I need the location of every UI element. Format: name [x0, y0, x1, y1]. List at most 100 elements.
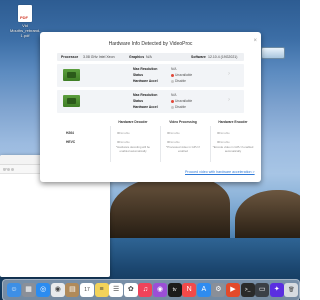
terminal-icon: >_	[244, 287, 251, 293]
videoproc-icon: ✦	[273, 286, 280, 293]
dock-app-system-preferences[interactable]: ⚙	[211, 283, 226, 297]
radio-icon	[117, 131, 120, 135]
codec-row-h264: H264	[66, 131, 74, 135]
podcasts-icon: ◉	[156, 286, 164, 293]
software-label: Software	[191, 55, 206, 59]
calendar-icon: 17	[84, 287, 90, 293]
island-rock-center	[110, 175, 230, 245]
chrome-icon: ◉	[54, 286, 61, 293]
dock-app-terminal[interactable]: >_	[240, 283, 255, 297]
island-rock-right	[235, 190, 300, 245]
dock-app-music[interactable]: ♫	[138, 283, 153, 297]
graphics-label: Graphics	[129, 55, 145, 59]
graphics-value: N/A	[146, 55, 152, 59]
trash-icon: 🗑	[288, 287, 295, 293]
dock-app-podcasts[interactable]: ◉	[153, 283, 167, 297]
dock-app-launchpad[interactable]: ▦	[21, 283, 36, 297]
hevc-encoder-toggle[interactable]: Enable	[217, 140, 230, 144]
desktop-pdf-file[interactable]: PDF Vid Mouths_rebrand-1.pdf	[10, 5, 40, 38]
dock-app-finder[interactable]: ☺	[7, 283, 21, 297]
system-preferences-icon: ⚙	[215, 286, 222, 293]
h264-decoder-toggle[interactable]: Enable	[117, 131, 130, 135]
dock-app-photos[interactable]: ✿	[123, 283, 138, 297]
notes-icon: ≡	[99, 286, 104, 293]
encoder-header: Hardware Encoder	[218, 120, 248, 124]
contacts-icon: ▤	[69, 286, 76, 293]
dock-app-contacts[interactable]: ▤	[65, 283, 80, 297]
pdf-file-icon: PDF	[18, 5, 32, 22]
desktop-drive[interactable]	[258, 47, 288, 59]
dock-app-monitor[interactable]: ▭	[255, 283, 270, 297]
codec-row-hevc: HEVC	[66, 140, 76, 144]
h264-processing-toggle[interactable]: Enable	[167, 131, 180, 135]
radio-icon	[167, 140, 170, 144]
status-text: Enable	[120, 140, 130, 144]
dock: ☺ ▦ ◎ ◉ ▤ 17 ≡ ☰ ✿ ♫ ◉ tv N A ⚙ ▶ >_ ▭ ✦ 🗑	[2, 279, 300, 300]
gpu-row-label: Hardware Accel	[133, 105, 158, 109]
processing-header: Video Processing	[169, 120, 197, 124]
gpu-row-value: Unavailable	[175, 73, 193, 77]
gpu-chip-icon	[63, 95, 80, 107]
dock-app-app-store[interactable]: A	[196, 283, 211, 297]
tv-icon: tv	[172, 287, 177, 293]
hevc-processing-toggle[interactable]: Enable	[167, 140, 180, 144]
news-icon: N	[186, 286, 192, 293]
gpu-row-value: Disable	[175, 105, 186, 109]
radio-icon	[117, 140, 120, 144]
gpu-row-value: Unavailable	[175, 99, 193, 103]
status-text: Enable	[220, 140, 230, 144]
video-app-icon: ▶	[230, 286, 236, 293]
music-icon: ♫	[142, 286, 149, 293]
hardware-info-dialog: Hardware Info Detected by VideoProc × Pr…	[40, 32, 261, 182]
dock-app-trash[interactable]: 🗑	[284, 283, 299, 297]
h264-encoder-toggle[interactable]: Enable	[217, 131, 230, 135]
photos-icon: ✿	[127, 286, 134, 293]
encoder-note: *Encode video in GPU if enabled automati…	[212, 145, 254, 153]
status-text: Enable	[120, 131, 130, 135]
gpu-card: Max Resolution N/A Status Unavailable Hard…	[57, 90, 244, 113]
dock-app-reminders[interactable]: ☰	[109, 283, 124, 297]
close-icon[interactable]: ×	[253, 38, 257, 44]
processor-label: Processor	[61, 55, 79, 59]
reminders-icon: ☰	[113, 286, 120, 293]
launchpad-icon: ▦	[25, 286, 32, 293]
dock-app-chrome[interactable]: ◉	[50, 283, 65, 297]
status-text: Enable	[170, 140, 180, 144]
dialog-title: Hardware Info Detected by VideoProc	[108, 41, 193, 47]
help-icon[interactable]: ?	[228, 71, 230, 76]
close-window-button[interactable]	[3, 168, 6, 171]
status-text: Enable	[220, 131, 230, 135]
desktop: PDF Vid Mouths_rebrand-1.pdf Finder ‹ › …	[0, 0, 300, 300]
decoder-header: Hardware Decoder	[118, 120, 148, 124]
accel-radio[interactable]	[171, 105, 174, 109]
radio-icon	[217, 140, 220, 144]
dock-app-videoproc[interactable]: ✦	[269, 283, 284, 297]
gpu-chip-icon	[63, 69, 80, 81]
minimize-window-button[interactable]	[7, 168, 10, 171]
dock-app-tv[interactable]: tv	[167, 283, 182, 297]
dock-app-safari[interactable]: ◎	[36, 283, 51, 297]
drive-icon	[261, 47, 285, 59]
gpu-row-value: Disable	[175, 79, 186, 83]
processor-value: 3.08 GHz Intel Xeon	[83, 55, 115, 59]
zoom-window-button[interactable]	[11, 168, 14, 171]
decoder-note: *Hardware decoding will be enabled autom…	[116, 145, 150, 153]
safari-icon: ◎	[40, 286, 47, 293]
radio-icon	[217, 131, 220, 135]
app-store-icon: A	[201, 286, 207, 293]
finder-icon: ☺	[10, 286, 18, 293]
software-value: 12.10.4 (19G2021)	[208, 55, 238, 59]
system-info-bar: Processor 3.08 GHz Intel Xeon Graphics N…	[57, 53, 244, 61]
monitor-icon: ▭	[258, 286, 266, 293]
accel-radio[interactable]	[171, 79, 174, 83]
status-dot-icon	[171, 73, 174, 77]
dock-app-video-app[interactable]: ▶	[226, 283, 240, 297]
hevc-decoder-toggle[interactable]: Enable	[117, 140, 130, 144]
gpu-card: Max Resolution N/A Status Unavailable Hard…	[57, 64, 244, 87]
dock-app-notes[interactable]: ≡	[94, 283, 109, 297]
proceed-hardware-link[interactable]: Procced video with hardware acceleration…	[185, 170, 255, 174]
help-icon[interactable]: ?	[228, 97, 230, 102]
dock-app-news[interactable]: N	[182, 283, 197, 297]
dock-app-calendar[interactable]: 17	[80, 283, 94, 297]
processing-note: *Processed video in GPU if enabled	[166, 145, 200, 153]
